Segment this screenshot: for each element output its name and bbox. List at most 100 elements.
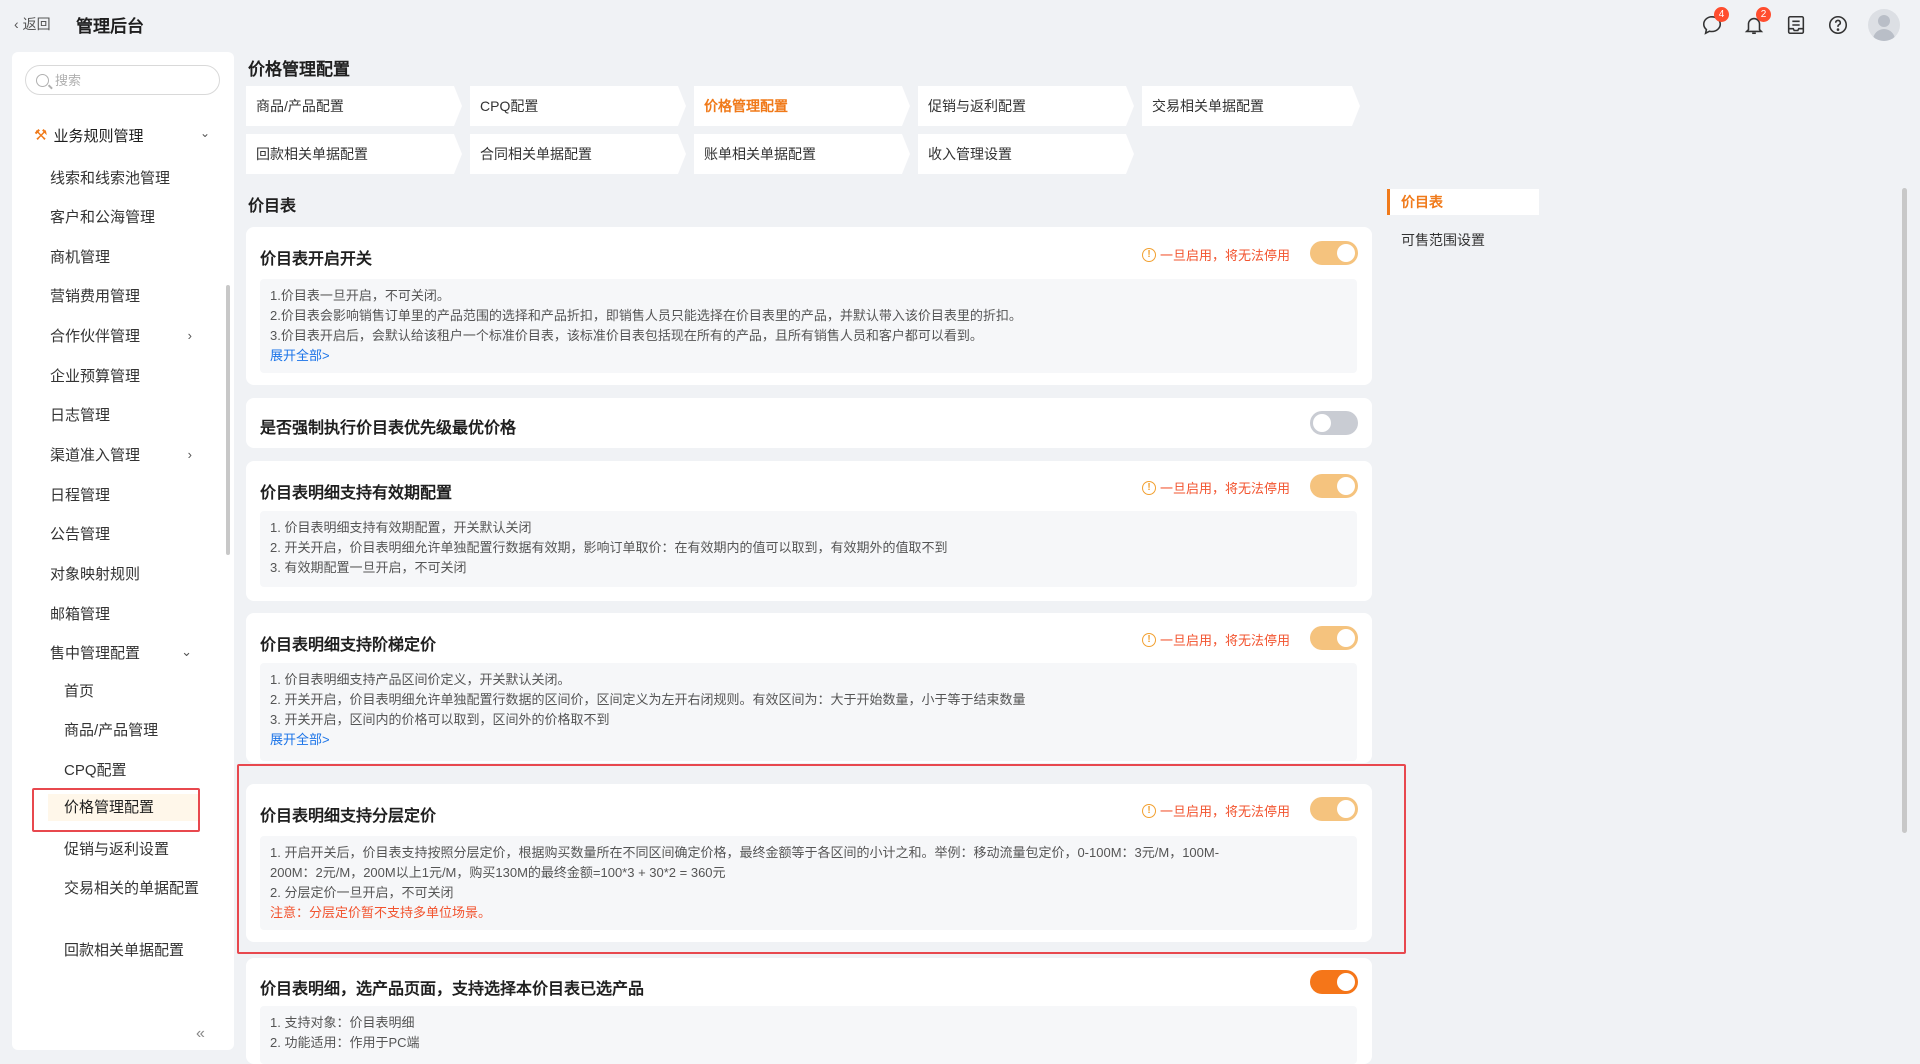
user-avatar[interactable] xyxy=(1868,9,1900,41)
messages-badge: 4 xyxy=(1714,7,1729,22)
sidebar-search xyxy=(25,65,220,95)
card-title: 价目表明细支持有效期配置 xyxy=(260,485,453,502)
setting-card-pricelist-enable: 价目表开启开关 ! 一旦启用，将无法停用 1.价目表一旦开启，不可关闭。 2.价目… xyxy=(246,227,1372,385)
sidebar-item-channel-access[interactable]: 渠道准入管理 › xyxy=(50,442,200,466)
warning-text: ! 一旦启用，将无法停用 xyxy=(1141,630,1290,649)
tab-payment-docs[interactable]: 回款相关单据配置 xyxy=(246,134,462,174)
back-button[interactable]: ‹ 返回 xyxy=(14,14,51,34)
sidebar-item-object-mapping[interactable]: 对象映射规则 xyxy=(50,561,200,585)
toggle-switch[interactable] xyxy=(1310,474,1358,498)
tab-pricing-config[interactable]: 价格管理配置 xyxy=(694,86,910,126)
tasks-button[interactable] xyxy=(1782,11,1810,39)
wrench-icon: ⚒ xyxy=(34,127,48,144)
tab-cpq-config[interactable]: CPQ配置 xyxy=(470,86,686,126)
description-line: 1. 价目表明细支持产品区间价定义，开关默认关闭。 xyxy=(270,672,571,687)
chevron-down-icon: ⌄ xyxy=(181,644,192,659)
tab-transaction-docs[interactable]: 交易相关单据配置 xyxy=(1142,86,1360,126)
sidebar-item-in-sale-config[interactable]: 售中管理配置 ⌄ xyxy=(50,640,200,664)
warning-icon: ! xyxy=(1141,247,1156,262)
toggle-switch[interactable] xyxy=(1310,411,1358,435)
description-line: 2. 开关开启，价目表明细允许单独配置行数据的区间价，区间定义为左开右闭规则。有… xyxy=(270,692,1026,707)
tab-revenue-settings[interactable]: 收入管理设置 xyxy=(918,134,1134,174)
sidebar-subitem-products[interactable]: 商品/产品管理 xyxy=(64,720,204,741)
sidebar-item-label: 日志管理 xyxy=(50,406,111,424)
section-title: 价目表 xyxy=(248,198,297,215)
setting-card-validity-period: 价目表明细支持有效期配置 ! 一旦启用，将无法停用 1. 价目表明细支持有效期配置… xyxy=(246,461,1372,601)
inbox-icon xyxy=(1787,15,1805,35)
chevron-right-icon: › xyxy=(187,327,192,343)
search-input[interactable] xyxy=(55,72,205,88)
messages-button[interactable]: 4 xyxy=(1698,7,1729,39)
sidebar-item-logs[interactable]: 日志管理 xyxy=(50,402,200,426)
anchor-sale-scope[interactable]: 可售范围设置 xyxy=(1387,227,1539,253)
main-scrollbar[interactable] xyxy=(1902,188,1907,833)
description-line: 3. 开关开启，区间内的价格可以取到，区间外的价格取不到 xyxy=(270,712,610,727)
description-line: 1. 支持对象：价目表明细 xyxy=(270,1015,415,1030)
description-line: 1.价目表一旦开启，不可关闭。 xyxy=(270,288,450,303)
sidebar-subitem-promotions[interactable]: 促销与返利设置 xyxy=(64,839,204,860)
tab-product-config[interactable]: 商品/产品配置 xyxy=(246,86,462,126)
description-line: 3. 有效期配置一旦开启，不可关闭 xyxy=(270,560,467,575)
sidebar-item-label: 日程管理 xyxy=(50,486,111,504)
tab-promotion-config[interactable]: 促销与返利配置 xyxy=(918,86,1134,126)
top-bar: ‹ 返回 管理后台 4 2 xyxy=(0,0,1920,48)
sidebar-subitem-transaction-docs[interactable]: 交易相关的单据配置 xyxy=(64,878,204,899)
sidebar-item-label: 商机管理 xyxy=(50,248,111,266)
warning-text: ! 一旦启用，将无法停用 xyxy=(1141,478,1290,497)
sidebar-item-label: 公告管理 xyxy=(50,525,111,543)
warning-label: 一旦启用，将无法停用 xyxy=(1159,633,1290,648)
chevron-right-icon: › xyxy=(187,446,192,462)
sidebar-item-schedule[interactable]: 日程管理 xyxy=(50,482,200,506)
nav-group-business-rules[interactable]: ⚒ 业务规则管理 ⌄ xyxy=(34,124,214,146)
sidebar-item-marketing-costs[interactable]: 营销费用管理 xyxy=(50,283,200,307)
sidebar-scrollbar[interactable] xyxy=(226,285,230,555)
card-title: 价目表明细支持阶梯定价 xyxy=(260,637,437,654)
app-title: 管理后台 xyxy=(76,17,144,36)
back-label: 返回 xyxy=(22,16,51,32)
sidebar-item-leads[interactable]: 线索和线索池管理 xyxy=(50,165,200,189)
highlight-box-main xyxy=(237,764,1406,954)
expand-all-link[interactable]: 展开全部> xyxy=(270,346,1347,366)
collapse-sidebar-icon[interactable]: « xyxy=(196,1025,205,1043)
card-title: 是否强制执行价目表优先级最优价格 xyxy=(260,420,517,437)
sidebar-item-label: 渠道准入管理 xyxy=(50,446,141,464)
warning-label: 一旦启用，将无法停用 xyxy=(1159,481,1290,496)
toggle-switch[interactable] xyxy=(1310,626,1358,650)
warning-text: ! 一旦启用，将无法停用 xyxy=(1141,245,1290,264)
sidebar-subitem-home[interactable]: 首页 xyxy=(64,681,204,702)
sidebar-item-label: 邮箱管理 xyxy=(50,605,111,623)
notifications-button[interactable]: 2 xyxy=(1740,7,1771,39)
warning-icon: ! xyxy=(1141,632,1156,647)
description-line: 2. 开关开启，价目表明细允许单独配置行数据有效期，影响订单取价：在有效期内的值… xyxy=(270,540,948,555)
help-button[interactable] xyxy=(1824,11,1852,39)
anchor-pricelist[interactable]: 价目表 xyxy=(1387,189,1539,215)
nav-group-label: 业务规则管理 xyxy=(53,127,144,145)
search-icon xyxy=(36,73,49,87)
tab-billing-docs[interactable]: 账单相关单据配置 xyxy=(694,134,910,174)
toggle-switch[interactable] xyxy=(1310,241,1358,265)
tab-contract-docs[interactable]: 合同相关单据配置 xyxy=(470,134,686,174)
chevron-left-icon: ‹ xyxy=(14,16,19,32)
sidebar-subitem-cpq[interactable]: CPQ配置 xyxy=(64,760,204,781)
sidebar-item-mailbox[interactable]: 邮箱管理 xyxy=(50,601,200,625)
chevron-down-icon: ⌄ xyxy=(199,126,210,140)
sidebar-item-label: 售中管理配置 xyxy=(50,644,141,662)
page-title: 价格管理配置 xyxy=(248,60,350,79)
setting-card-select-existing-products: 价目表明细，选产品页面，支持选择本价目表已选产品 1. 支持对象：价目表明细 2… xyxy=(246,958,1372,1064)
expand-all-link[interactable]: 展开全部> xyxy=(270,730,1347,750)
sidebar-item-announcements[interactable]: 公告管理 xyxy=(50,521,200,545)
sidebar-item-partners[interactable]: 合作伙伴管理 › xyxy=(50,323,200,347)
sidebar-item-label: 线索和线索池管理 xyxy=(50,169,171,187)
sidebar-subitem-payment-docs[interactable]: 回款相关单据配置 xyxy=(64,940,204,961)
sidebar-item-customers[interactable]: 客户和公海管理 xyxy=(50,204,200,228)
sidebar-item-label: 对象映射规则 xyxy=(50,565,141,583)
card-title: 价目表开启开关 xyxy=(260,251,373,268)
sidebar-item-label: 营销费用管理 xyxy=(50,287,141,305)
card-description: 1. 支持对象：价目表明细 2. 功能适用：作用于PC端 xyxy=(260,1006,1357,1064)
warning-icon: ! xyxy=(1141,480,1156,495)
sidebar-item-opportunities[interactable]: 商机管理 xyxy=(50,244,200,268)
card-description: 1.价目表一旦开启，不可关闭。 2.价目表会影响销售订单里的产品范围的选择和产品… xyxy=(260,279,1357,373)
toggle-switch[interactable] xyxy=(1310,970,1358,994)
sidebar-item-budget[interactable]: 企业预算管理 xyxy=(50,363,200,387)
sidebar-item-label: 合作伙伴管理 xyxy=(50,327,141,345)
